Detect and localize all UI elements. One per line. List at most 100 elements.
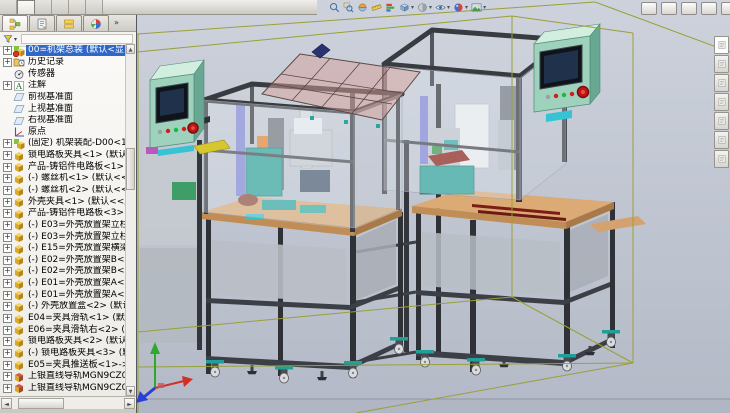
tree-item[interactable]: (-) E02=外壳放置架B<2 bbox=[0, 266, 126, 278]
tree-item[interactable]: 原点 bbox=[0, 126, 126, 138]
expand-toggle-icon[interactable] bbox=[3, 209, 12, 218]
tree-item[interactable]: 传感器 bbox=[0, 68, 126, 80]
expand-toggle-icon[interactable] bbox=[3, 279, 12, 288]
expand-toggle-icon[interactable] bbox=[3, 174, 12, 183]
expand-toggle-icon[interactable] bbox=[3, 337, 12, 346]
expand-toggle-icon[interactable] bbox=[3, 81, 12, 90]
window-button[interactable] bbox=[641, 2, 657, 15]
display-style-button[interactable] bbox=[417, 1, 432, 14]
scroll-thumb[interactable] bbox=[126, 148, 135, 190]
tree-item[interactable]: (-) E03=外壳放置架立柱 bbox=[0, 231, 126, 243]
tree-item[interactable]: (-) 锁电路板夹具<3> (默 bbox=[0, 348, 126, 360]
expand-toggle-icon[interactable] bbox=[3, 244, 12, 253]
expand-toggle-icon[interactable] bbox=[3, 267, 12, 276]
scroll-thumb[interactable] bbox=[18, 398, 64, 409]
expand-toggle-icon[interactable] bbox=[3, 221, 12, 230]
background-equipment[interactable] bbox=[137, 140, 202, 350]
task-pane-tab[interactable] bbox=[714, 55, 729, 73]
section-view-button[interactable] bbox=[357, 1, 368, 14]
funnel-icon[interactable] bbox=[3, 34, 13, 44]
task-pane-tab[interactable] bbox=[714, 131, 729, 149]
measure-button[interactable] bbox=[371, 1, 382, 14]
tree-horizontal-scrollbar[interactable]: ◄ ► bbox=[0, 396, 136, 409]
tree-item[interactable]: 00=机架总装 (默认<显 bbox=[0, 45, 126, 57]
hide-show-items-button[interactable] bbox=[435, 1, 450, 14]
task-pane-tab[interactable] bbox=[714, 74, 729, 92]
panel-tab[interactable] bbox=[56, 15, 82, 31]
tree-item[interactable]: 锁电路板夹具<1> (默认 bbox=[0, 150, 126, 162]
window-button[interactable] bbox=[721, 2, 730, 15]
assembly-visualization-button[interactable] bbox=[385, 1, 396, 14]
expand-toggle-icon[interactable] bbox=[3, 291, 12, 300]
funnel-caret[interactable]: ▾ bbox=[14, 36, 17, 43]
zoom-area-button[interactable] bbox=[343, 1, 354, 14]
tree-item[interactable]: 注解 bbox=[0, 80, 126, 92]
tree-item[interactable]: (-) E02=外壳放置架B<1 bbox=[0, 255, 126, 267]
task-pane-tab[interactable] bbox=[714, 112, 729, 130]
tree-item[interactable]: (-) 螺丝机<2> (默认<< bbox=[0, 185, 126, 197]
commandmanager-tab[interactable] bbox=[52, 0, 69, 14]
view-orientation-button[interactable] bbox=[399, 1, 414, 14]
tree-item[interactable]: 历史记录 bbox=[0, 57, 126, 69]
commandmanager-tab[interactable] bbox=[17, 0, 35, 14]
tree-item[interactable]: E05=夹具推送板<1>-> bbox=[0, 359, 126, 371]
tree-item[interactable]: (-) E03=外壳放置架立柱 bbox=[0, 220, 126, 232]
expand-toggle-icon[interactable] bbox=[3, 151, 12, 160]
tree-item[interactable]: 前视基准面 bbox=[0, 92, 126, 104]
tree-item[interactable]: (-) E01=外壳放置架A<1 bbox=[0, 278, 126, 290]
tree-item[interactable]: E06=夹具滑轨右<2> (默 bbox=[0, 324, 126, 336]
expand-toggle-icon[interactable] bbox=[3, 46, 12, 55]
tree-item[interactable]: 外壳夹具<1> (默认<<显 bbox=[0, 196, 126, 208]
graphics-viewport[interactable] bbox=[137, 0, 730, 413]
commandmanager-tab[interactable] bbox=[69, 0, 86, 14]
expand-toggle-icon[interactable] bbox=[3, 372, 12, 381]
expand-toggle-icon[interactable] bbox=[3, 326, 12, 335]
tree-item[interactable]: (-) E15=外壳放置架横梁 bbox=[0, 243, 126, 255]
scroll-right-button[interactable]: ► bbox=[124, 398, 135, 409]
window-button[interactable] bbox=[681, 2, 697, 15]
task-pane-tab[interactable] bbox=[714, 36, 729, 54]
tree-item[interactable]: 产品-铸铝件电路板<1> bbox=[0, 161, 126, 173]
tree-item[interactable]: 上银直线导轨MGN9CZ0 bbox=[0, 371, 126, 383]
expand-toggle-icon[interactable] bbox=[3, 349, 12, 358]
tree-item[interactable]: (-) 螺丝机<1> (默认<< bbox=[0, 173, 126, 185]
task-pane-tab[interactable] bbox=[714, 150, 729, 168]
scroll-left-button[interactable]: ◄ bbox=[1, 398, 12, 409]
tree-filter-input[interactable] bbox=[21, 34, 133, 44]
commandmanager-tab[interactable] bbox=[86, 0, 103, 14]
tree-item[interactable]: 上银直线导轨MGN9CZ0 bbox=[0, 383, 126, 395]
expand-toggle-icon[interactable] bbox=[3, 361, 12, 370]
expand-toggle-icon[interactable] bbox=[3, 163, 12, 172]
expand-toggle-icon[interactable] bbox=[3, 314, 12, 323]
tree-item[interactable]: 产品-铸铝件电路板<3> bbox=[0, 208, 126, 220]
tree-vertical-scrollbar[interactable]: ▲ ▼ bbox=[125, 44, 136, 396]
expand-toggle-icon[interactable] bbox=[3, 186, 12, 195]
tree-item[interactable]: 右视基准面 bbox=[0, 115, 126, 127]
panel-tab[interactable] bbox=[29, 15, 55, 31]
expand-toggle-icon[interactable] bbox=[3, 233, 12, 242]
tree-item[interactable]: E04=夹具滑轨<1> (默认 bbox=[0, 313, 126, 325]
edit-appearance-button[interactable] bbox=[453, 1, 468, 14]
tree-item[interactable]: (-) 外壳放置盒<2> (默认 bbox=[0, 301, 126, 313]
expand-toggle-icon[interactable] bbox=[3, 198, 12, 207]
expand-toggle-icon[interactable] bbox=[3, 58, 12, 67]
window-button[interactable] bbox=[661, 2, 677, 15]
expand-toggle-icon[interactable] bbox=[3, 384, 12, 393]
task-pane-tab[interactable] bbox=[714, 93, 729, 111]
tree-item[interactable]: (固定) 机架装配-D00<1 bbox=[0, 138, 126, 150]
commandmanager-tab[interactable] bbox=[0, 0, 17, 14]
expand-toggle-icon[interactable] bbox=[3, 302, 12, 311]
window-button[interactable] bbox=[701, 2, 717, 15]
tree-item[interactable]: (-) E01=外壳放置架A<2 bbox=[0, 289, 126, 301]
panel-tab[interactable] bbox=[83, 15, 109, 31]
zoom-fit-button[interactable] bbox=[329, 1, 340, 14]
scroll-up-button[interactable]: ▲ bbox=[126, 44, 135, 54]
panel-tab[interactable] bbox=[2, 15, 28, 31]
apply-scene-button[interactable] bbox=[471, 1, 486, 14]
expand-toggle-icon[interactable] bbox=[3, 256, 12, 265]
tree-item[interactable]: 锁电路板夹具<2> (默认 bbox=[0, 336, 126, 348]
commandmanager-tab[interactable] bbox=[35, 0, 52, 14]
scroll-down-button[interactable]: ▼ bbox=[126, 386, 135, 396]
panel-tabs-overflow[interactable]: » bbox=[114, 15, 119, 30]
tree-item[interactable]: 上视基准面 bbox=[0, 103, 126, 115]
